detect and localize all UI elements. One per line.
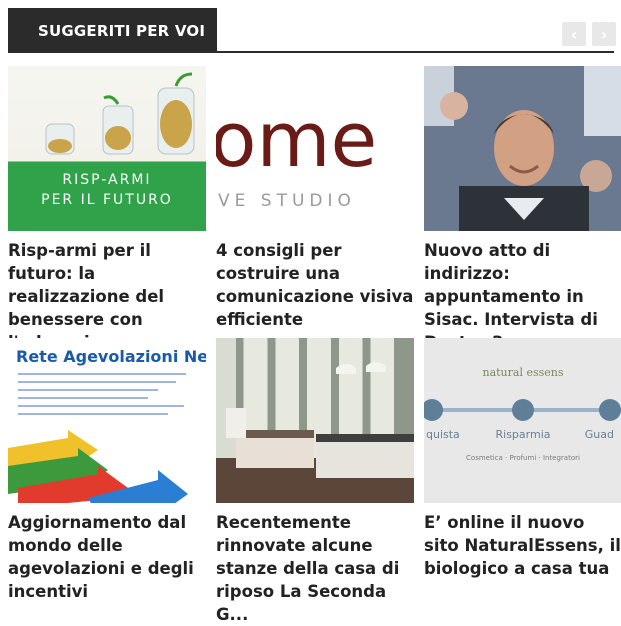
thumb-text-line1: RISP-ARMI xyxy=(62,172,151,188)
article-card[interactable]: RISP-ARMI PER IL FUTURO Risp-armi per il… xyxy=(8,66,206,354)
article-thumbnail[interactable]: ome VE STUDIO xyxy=(216,66,414,231)
studio-logo-image: ome VE STUDIO xyxy=(216,95,377,211)
naturalessens-banner-image: natural essens quista Risparmia Guad Cos… xyxy=(424,338,621,503)
thumb-tagline: Cosmetica · Profumi · Integratori xyxy=(466,454,580,462)
article-thumbnail[interactable]: natural essens quista Risparmia Guad Cos… xyxy=(424,338,621,503)
article-title[interactable]: Risp-armi per il futuro: la realizzazion… xyxy=(8,239,206,354)
article-card[interactable]: Nuovo atto di indirizzo: appuntamento in… xyxy=(424,66,621,354)
thumb-left-label: quista xyxy=(426,428,460,441)
thumb-small-text: VE STUDIO xyxy=(218,191,356,211)
article-thumbnail[interactable] xyxy=(216,338,414,503)
chevron-right-icon: › xyxy=(600,24,608,44)
section-header: SUGGERITI PER VOI ‹ › xyxy=(8,8,616,53)
thumb-text-line2: PER IL FUTURO xyxy=(41,192,173,208)
article-card[interactable]: Recentemente rinnovate alcune stanze del… xyxy=(216,338,414,626)
chevron-left-icon: ‹ xyxy=(570,24,578,44)
portrait-photo-image xyxy=(424,66,621,231)
article-thumbnail[interactable]: Rete Agevolazioni Ne xyxy=(8,338,206,503)
thumb-heading: Rete Agevolazioni Ne xyxy=(16,347,206,366)
section-title: SUGGERITI PER VOI xyxy=(8,8,217,53)
thumb-brand: natural essens xyxy=(482,366,563,379)
article-card[interactable]: Rete Agevolazioni Ne Aggiornamento dal m… xyxy=(8,338,206,603)
article-card[interactable]: ome VE STUDIO 4 consigli per costruire u… xyxy=(216,66,414,331)
article-title[interactable]: E’ online il nuovo sito NaturalEssens, i… xyxy=(424,511,621,580)
next-button[interactable]: › xyxy=(592,22,616,46)
coin-jars-image: RISP-ARMI PER IL FUTURO xyxy=(41,72,195,208)
article-title[interactable]: 4 consigli per costruire una comunicazio… xyxy=(216,239,414,331)
bedroom-photo-image xyxy=(216,362,414,503)
thumb-big-text: ome xyxy=(216,95,377,184)
article-title[interactable]: Recentemente rinnovate alcune stanze del… xyxy=(216,511,414,626)
article-card[interactable]: natural essens quista Risparmia Guad Cos… xyxy=(424,338,621,580)
article-thumbnail[interactable]: RISP-ARMI PER IL FUTURO xyxy=(8,66,206,231)
agevolazioni-graphic: Rete Agevolazioni Ne xyxy=(8,347,206,503)
article-thumbnail[interactable] xyxy=(424,66,621,231)
prev-button[interactable]: ‹ xyxy=(562,22,586,46)
header-divider xyxy=(8,51,614,53)
article-title[interactable]: Aggiornamento dal mondo delle agevolazio… xyxy=(8,511,206,603)
thumb-middle-label: Risparmia xyxy=(496,428,551,441)
suggested-articles-grid: RISP-ARMI PER IL FUTURO Risp-armi per il… xyxy=(8,66,621,624)
article-title[interactable]: Nuovo atto di indirizzo: appuntamento in… xyxy=(424,239,621,354)
thumb-right-label: Guad xyxy=(585,428,614,441)
